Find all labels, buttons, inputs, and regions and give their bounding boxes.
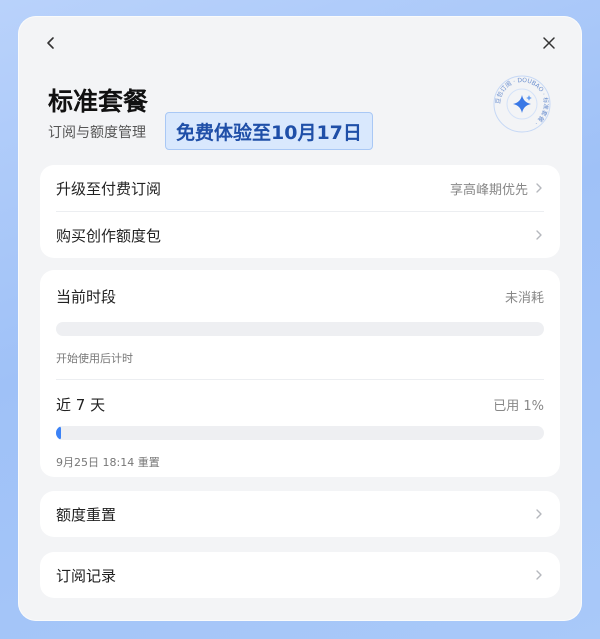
upgrade-label: 升级至付费订阅 <box>56 179 162 198</box>
doubao-seal-icon: 豆包订阅 · DOUBAO · 标准套餐 · <box>493 75 551 133</box>
week-progress-fill <box>56 426 61 440</box>
buy-credit-pack-row[interactable]: 购买创作额度包 <box>40 212 560 258</box>
current-period-label: 当前时段 <box>56 287 117 306</box>
close-icon <box>543 37 555 49</box>
subscription-panel: 标准套餐 订阅与额度管理 免费体验至10月17日 豆包订阅 · DOUBAO ·… <box>18 16 582 621</box>
usage-card: 当前时段 未消耗 开始使用后计时 近 7 天 已用 1% 9月25日 18:14… <box>40 270 560 477</box>
subscription-history-card: 订阅记录 <box>40 552 560 598</box>
current-period-header: 当前时段 未消耗 <box>40 284 560 308</box>
chevron-right-icon <box>536 230 542 240</box>
chevron-right-icon <box>536 183 542 193</box>
chevron-left-icon <box>47 37 54 49</box>
quota-reset-label: 额度重置 <box>56 505 117 524</box>
week-reset-note: 9月25日 18:14 重置 <box>56 456 160 469</box>
current-period-status: 未消耗 <box>504 290 544 306</box>
upgrade-hint: 享高峰期优先 <box>449 182 528 198</box>
current-period-note: 开始使用后计时 <box>56 352 133 365</box>
back-button[interactable] <box>38 30 64 56</box>
upgrade-card: 升级至付费订阅 享高峰期优先 购买创作额度包 <box>40 165 560 258</box>
page-title: 标准套餐 <box>48 87 149 116</box>
subscription-history-label: 订阅记录 <box>56 566 117 585</box>
trial-badge: 免费体验至10月17日 <box>165 112 373 150</box>
quota-reset-card: 额度重置 <box>40 491 560 537</box>
buy-label: 购买创作额度包 <box>56 226 162 245</box>
quota-reset-row[interactable]: 额度重置 <box>40 491 560 537</box>
page-subtitle: 订阅与额度管理 <box>48 125 146 141</box>
subscription-history-row[interactable]: 订阅记录 <box>40 552 560 598</box>
week-label: 近 7 天 <box>56 395 106 414</box>
close-button[interactable] <box>536 30 562 56</box>
week-status: 已用 1% <box>493 398 544 414</box>
week-header: 近 7 天 已用 1% <box>40 392 560 416</box>
week-progress <box>56 426 544 440</box>
upgrade-subscription-row[interactable]: 升级至付费订阅 享高峰期优先 <box>40 165 560 211</box>
chevron-right-icon <box>536 509 542 519</box>
current-period-progress <box>56 322 544 336</box>
chevron-right-icon <box>536 570 542 580</box>
divider <box>56 379 544 380</box>
